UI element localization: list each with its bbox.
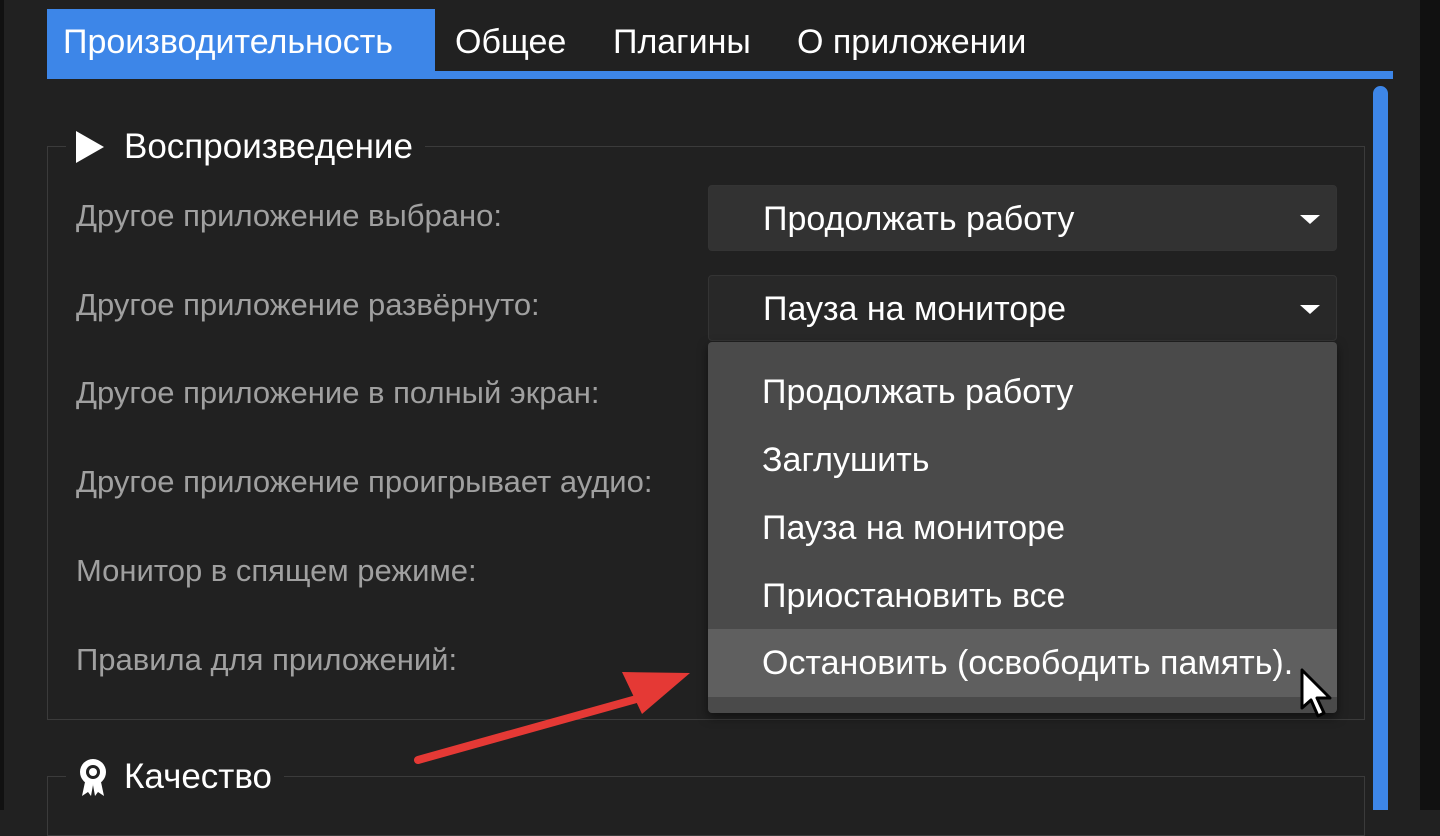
label-app-rules: Правила для приложений: <box>76 642 458 677</box>
tab-bar: Производительность Общее Плагины О прило… <box>47 9 1393 79</box>
option-pause-all[interactable]: Приостановить все <box>708 562 1337 630</box>
label-other-app-maximized: Другое приложение развёрнуто: <box>76 287 540 322</box>
label-other-app-audio: Другое приложение проигрывает аудио: <box>76 464 653 499</box>
dropdown-list: Продолжать работу Заглушить Пауза на мон… <box>708 342 1337 713</box>
option-mute[interactable]: Заглушить <box>708 426 1337 494</box>
playback-group-title: Воспроизведение <box>66 122 425 172</box>
quality-group-title: Качество <box>66 752 284 802</box>
label-monitor-sleep: Монитор в спящем режиме: <box>76 553 477 588</box>
tab-underline <box>47 71 1393 79</box>
tab-performance[interactable]: Производительность <box>47 9 435 71</box>
other-app-maximized-select[interactable]: Пауза на мониторе <box>708 275 1337 341</box>
quality-title-text: Качество <box>124 757 272 796</box>
settings-window: Производительность Общее Плагины О прило… <box>0 0 1440 836</box>
chevron-down-icon <box>1300 215 1320 224</box>
other-app-focused-select[interactable]: Продолжать работу <box>708 185 1337 251</box>
award-icon <box>80 759 106 796</box>
window-frame-left <box>0 0 4 810</box>
tab-plugins[interactable]: Плагины <box>597 9 767 71</box>
tab-about[interactable]: О приложении <box>781 9 1042 71</box>
window-frame-right <box>1420 0 1440 810</box>
option-pause-on-monitor[interactable]: Пауза на мониторе <box>708 494 1337 562</box>
mouse-cursor-icon <box>1300 668 1332 718</box>
play-icon <box>76 131 104 163</box>
label-other-app-fullscreen: Другое приложение в полный экран: <box>76 375 600 410</box>
chevron-down-icon <box>1300 305 1320 314</box>
scrollbar-thumb[interactable] <box>1373 86 1388 810</box>
select-value: Продолжать работу <box>763 200 1075 238</box>
playback-title-text: Воспроизведение <box>124 127 413 166</box>
tab-general[interactable]: Общее <box>439 9 582 71</box>
select-value: Пауза на мониторе <box>763 290 1067 328</box>
label-other-app-focused: Другое приложение выбрано: <box>76 198 503 233</box>
option-stop-free-memory[interactable]: Остановить (освободить память). <box>708 629 1337 697</box>
option-continue[interactable]: Продолжать работу <box>708 358 1337 426</box>
